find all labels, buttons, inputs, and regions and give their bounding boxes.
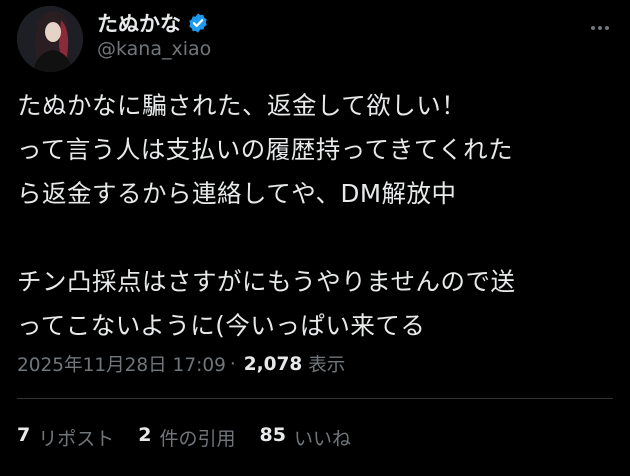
quote-stat[interactable]: 2 件の引用	[138, 424, 235, 451]
divider	[17, 398, 613, 399]
view-count: 2,078	[243, 353, 303, 375]
view-count-label: 表示	[308, 355, 346, 376]
like-count: 85	[259, 424, 286, 446]
author-name-row[interactable]: たぬかな	[97, 8, 209, 38]
meta-separator: ·	[229, 353, 236, 375]
engagement-stats: 7 リポスト 2 件の引用 85 いいね	[17, 424, 375, 451]
repost-stat[interactable]: 7 リポスト	[17, 424, 114, 451]
tweet-meta: 2025年11月28日 17:09 · 2,078 表示	[17, 351, 345, 377]
tweet-timestamp[interactable]: 2025年11月28日 17:09	[17, 351, 226, 377]
avatar[interactable]	[17, 6, 83, 72]
repost-label: リポスト	[38, 428, 115, 450]
author-handle[interactable]: @kana_xiao	[97, 38, 211, 60]
display-name[interactable]: たぬかな	[97, 8, 181, 38]
repost-count: 7	[17, 424, 31, 446]
like-stat[interactable]: 85 いいね	[260, 424, 351, 451]
tweet-text: たぬかなに騙された、返金して欲しい！ って言う人は支払いの履歴持ってきてくれた …	[17, 91, 516, 340]
quote-label: 件の引用	[159, 428, 236, 450]
quote-count: 2	[138, 424, 152, 446]
more-options-icon[interactable]	[586, 20, 614, 36]
like-label: いいね	[293, 428, 351, 450]
verified-badge-icon	[189, 13, 207, 33]
